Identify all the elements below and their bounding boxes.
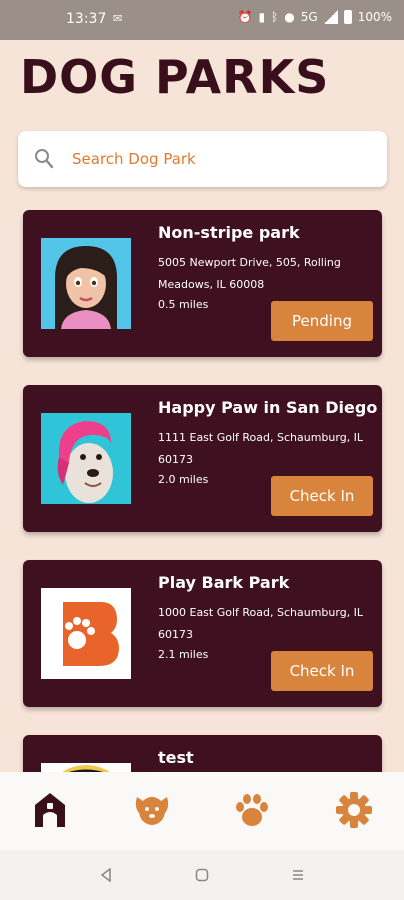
park-thumbnail [41, 763, 131, 772]
park-name: Happy Paw in San Diego [158, 398, 378, 417]
paw-icon [236, 794, 268, 826]
settings-gear-icon [336, 792, 372, 828]
park-name: test [158, 748, 194, 767]
park-card[interactable]: Happy Paw in San Diego 1111 East Golf Ro… [23, 385, 382, 532]
park-distance: 0.5 miles [158, 298, 209, 311]
system-navigation-bar [0, 850, 404, 900]
park-card[interactable]: test [23, 735, 382, 772]
avatar-woman-image [41, 238, 131, 329]
home-circle-icon[interactable] [192, 866, 212, 884]
search-input[interactable] [72, 145, 372, 173]
check-in-button[interactable]: Check In [271, 651, 373, 691]
check-in-button[interactable]: Check In [271, 476, 373, 516]
park-name: Play Bark Park [158, 573, 290, 592]
park-address: 5005 Newport Drive, 505, Rolling Meadows… [158, 256, 341, 291]
park-card[interactable]: Play Bark Park 1000 East Golf Road, Scha… [23, 560, 382, 707]
park-image [41, 763, 131, 772]
park-address: 1111 East Golf Road, Schaumburg, IL 6017… [158, 431, 364, 466]
pending-button[interactable]: Pending [271, 301, 373, 341]
park-thumbnail [41, 413, 131, 504]
nav-dogs[interactable] [132, 790, 172, 830]
park-address: 1000 East Golf Road, Schaumburg, IL 6017… [158, 606, 364, 641]
search-bar[interactable] [18, 131, 387, 187]
park-list[interactable]: DOG PARKS Non-stripe park 5005 Newp [0, 0, 404, 772]
nav-parks[interactable] [232, 790, 272, 830]
page-title: DOG PARKS [20, 50, 330, 104]
back-icon[interactable] [96, 866, 116, 884]
park-logo-image [41, 588, 131, 679]
nav-home[interactable] [30, 790, 70, 830]
dog-face-icon [135, 797, 169, 825]
bottom-navigation [0, 772, 404, 850]
search-icon [35, 149, 54, 169]
park-distance: 2.1 miles [158, 648, 209, 661]
park-distance: 2.0 miles [158, 473, 209, 486]
recents-icon[interactable] [288, 866, 308, 884]
home-icon [35, 793, 65, 827]
park-thumbnail [41, 588, 131, 679]
dog-pink-wig-image [41, 413, 131, 504]
nav-settings[interactable] [334, 790, 374, 830]
park-card[interactable]: Non-stripe park 5005 Newport Drive, 505,… [23, 210, 382, 357]
park-name: Non-stripe park [158, 223, 300, 242]
park-thumbnail [41, 238, 131, 329]
